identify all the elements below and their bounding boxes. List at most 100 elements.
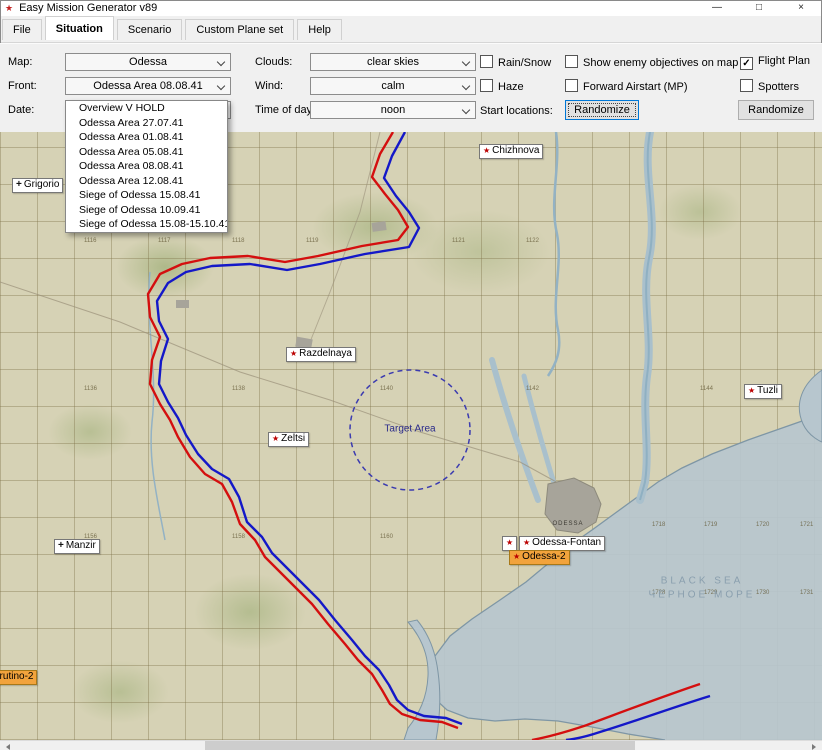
- star-icon: ★: [513, 552, 520, 561]
- dropdown-item[interactable]: Odessa Area 12.08.41: [66, 174, 227, 189]
- star-icon: ★: [748, 386, 755, 395]
- star-icon: ★: [506, 538, 513, 547]
- river-north: [548, 132, 559, 376]
- front-combobox[interactable]: Odessa Area 08.08.41: [65, 77, 231, 95]
- tab-file[interactable]: File: [2, 19, 42, 40]
- scrollbar-thumb[interactable]: [205, 741, 635, 750]
- randomize-button[interactable]: Randomize: [738, 100, 814, 120]
- star-icon: ★: [523, 538, 530, 547]
- airfield-cross-icon: +: [58, 540, 64, 551]
- dropdown-item[interactable]: Odessa Area 27.07.41: [66, 116, 227, 131]
- dropdown-item[interactable]: Odessa Area 05.08.41: [66, 145, 227, 160]
- marker-razdelnaya[interactable]: ★Razdelnaya: [286, 347, 356, 362]
- clouds-combobox[interactable]: clear skies: [310, 53, 476, 71]
- target-area-label: Target Area: [384, 424, 435, 435]
- date-label: Date:: [8, 101, 34, 119]
- checkbox-label: Rain/Snow: [498, 57, 551, 69]
- map-label: Map:: [8, 53, 32, 71]
- checkbox-forward-airstart[interactable]: Forward Airstart (MP): [565, 79, 688, 93]
- marker-tuzli[interactable]: ★Tuzli: [744, 384, 782, 399]
- grid-number: 1718: [652, 522, 665, 528]
- close-button[interactable]: ×: [780, 0, 822, 16]
- marker-label: Odessa-Fontan: [532, 537, 601, 548]
- black-sea-label-en: BLACK SEA: [661, 576, 744, 587]
- window-title: Easy Mission Generator v89: [19, 2, 157, 14]
- checkbox-label: Forward Airstart (MP): [583, 81, 688, 93]
- dropdown-item[interactable]: Overview V HOLD: [66, 101, 227, 116]
- randomize-start-locations-button[interactable]: Randomize: [565, 100, 639, 120]
- marker-manzir[interactable]: +Manzir: [54, 539, 100, 554]
- maximize-button[interactable]: □: [738, 0, 780, 16]
- grid-number: 1136: [84, 386, 97, 392]
- tab-situation[interactable]: Situation: [45, 16, 114, 40]
- time-of-day-combobox[interactable]: noon: [310, 101, 476, 119]
- tab-scenario[interactable]: Scenario: [117, 19, 182, 40]
- checkbox-box: [565, 55, 578, 68]
- grid-number: 1721: [800, 522, 813, 528]
- dropdown-item[interactable]: Siege of Odessa 15.08.41: [66, 188, 227, 203]
- marker-grigorio[interactable]: +Grigorio: [12, 178, 63, 193]
- black-sea-area: [429, 414, 822, 740]
- time-of-day-combobox-value: noon: [381, 104, 405, 116]
- front-combobox-value: Odessa Area 08.08.41: [93, 80, 202, 92]
- marker-odessa-2[interactable]: ★Odessa-2: [509, 550, 570, 565]
- dropdown-item[interactable]: Siege of Odessa 10.09.41: [66, 203, 227, 218]
- marker-odessa-fontan[interactable]: ★Odessa-Fontan: [519, 536, 605, 551]
- checkbox-rain-snow[interactable]: Rain/Snow: [480, 55, 551, 69]
- marker-label: Grigorio: [24, 179, 60, 190]
- tab-custom-plane-set[interactable]: Custom Plane set: [185, 19, 294, 40]
- app-window: ★ Easy Mission Generator v89 — □ × File …: [0, 0, 822, 750]
- grid-number: 1118: [232, 238, 244, 244]
- marker-label: arutino-2: [0, 671, 33, 682]
- tab-help[interactable]: Help: [297, 19, 342, 40]
- star-icon: ★: [290, 349, 297, 358]
- scroll-right-arrow[interactable]: [805, 741, 822, 750]
- chevron-down-icon: [462, 82, 470, 90]
- dropdown-item[interactable]: Siege of Odessa 15.08-15.10.41: [66, 217, 227, 232]
- checkbox-label: Haze: [498, 81, 524, 93]
- grid-number: 1116: [84, 238, 96, 244]
- grid-number: 1119: [306, 238, 318, 244]
- airfield-cross-icon: +: [16, 179, 22, 190]
- dropdown-item[interactable]: Odessa Area 01.08.41: [66, 130, 227, 145]
- minimize-button[interactable]: —: [696, 0, 738, 16]
- wind-combobox[interactable]: calm: [310, 77, 476, 95]
- chevron-down-icon: [217, 58, 225, 66]
- chevron-down-icon: [217, 82, 225, 90]
- grid-number: 1121: [452, 238, 465, 244]
- black-sea-label-ru: ЧЕРНОЕ МОРЕ: [649, 590, 756, 601]
- right-triangle-icon: [812, 744, 816, 750]
- horizontal-scrollbar[interactable]: [0, 740, 822, 750]
- chevron-down-icon: [462, 106, 470, 114]
- checkbox-haze[interactable]: Haze: [480, 79, 524, 93]
- marker-chizhnova[interactable]: ★Chizhnova: [479, 144, 543, 159]
- star-icon: ★: [272, 434, 279, 443]
- estuary-khadzhibey: [492, 360, 538, 500]
- road: [310, 132, 380, 342]
- checkbox-label: Flight Plan: [758, 55, 810, 67]
- left-triangle-icon: [6, 744, 10, 750]
- checkbox-box: [740, 79, 753, 92]
- grid-number: 1719: [704, 522, 717, 528]
- checkbox-box: [480, 55, 493, 68]
- grid-number: 1160: [380, 534, 393, 540]
- marker-label: Tuzli: [757, 385, 778, 396]
- marker-zeltsi[interactable]: ★Zeltsi: [268, 432, 309, 447]
- checkbox-label: Spotters: [758, 81, 799, 93]
- dropdown-item[interactable]: Odessa Area 08.08.41: [66, 159, 227, 174]
- marker-label: Razdelnaya: [299, 348, 352, 359]
- marker-odessa-fontan-flag[interactable]: ★: [502, 536, 517, 551]
- grid-number: 1117: [158, 238, 170, 244]
- marker-arutino-2[interactable]: arutino-2: [0, 670, 37, 685]
- checkbox-spotters[interactable]: Spotters: [740, 79, 799, 93]
- grid-number: 1138: [232, 386, 245, 392]
- checkbox-show-enemy-objectives[interactable]: Show enemy objectives on map: [565, 55, 738, 69]
- map-combobox[interactable]: Odessa: [65, 53, 231, 71]
- grid-number: 1158: [232, 534, 245, 540]
- scroll-left-arrow[interactable]: [0, 741, 17, 750]
- checkbox-flight-plan[interactable]: ✓Flight Plan: [740, 55, 810, 69]
- window-controls: — □ ×: [696, 0, 822, 16]
- town-area: [176, 300, 189, 308]
- tab-strip: File Situation Scenario Custom Plane set…: [0, 16, 822, 43]
- star-icon: ★: [483, 146, 490, 155]
